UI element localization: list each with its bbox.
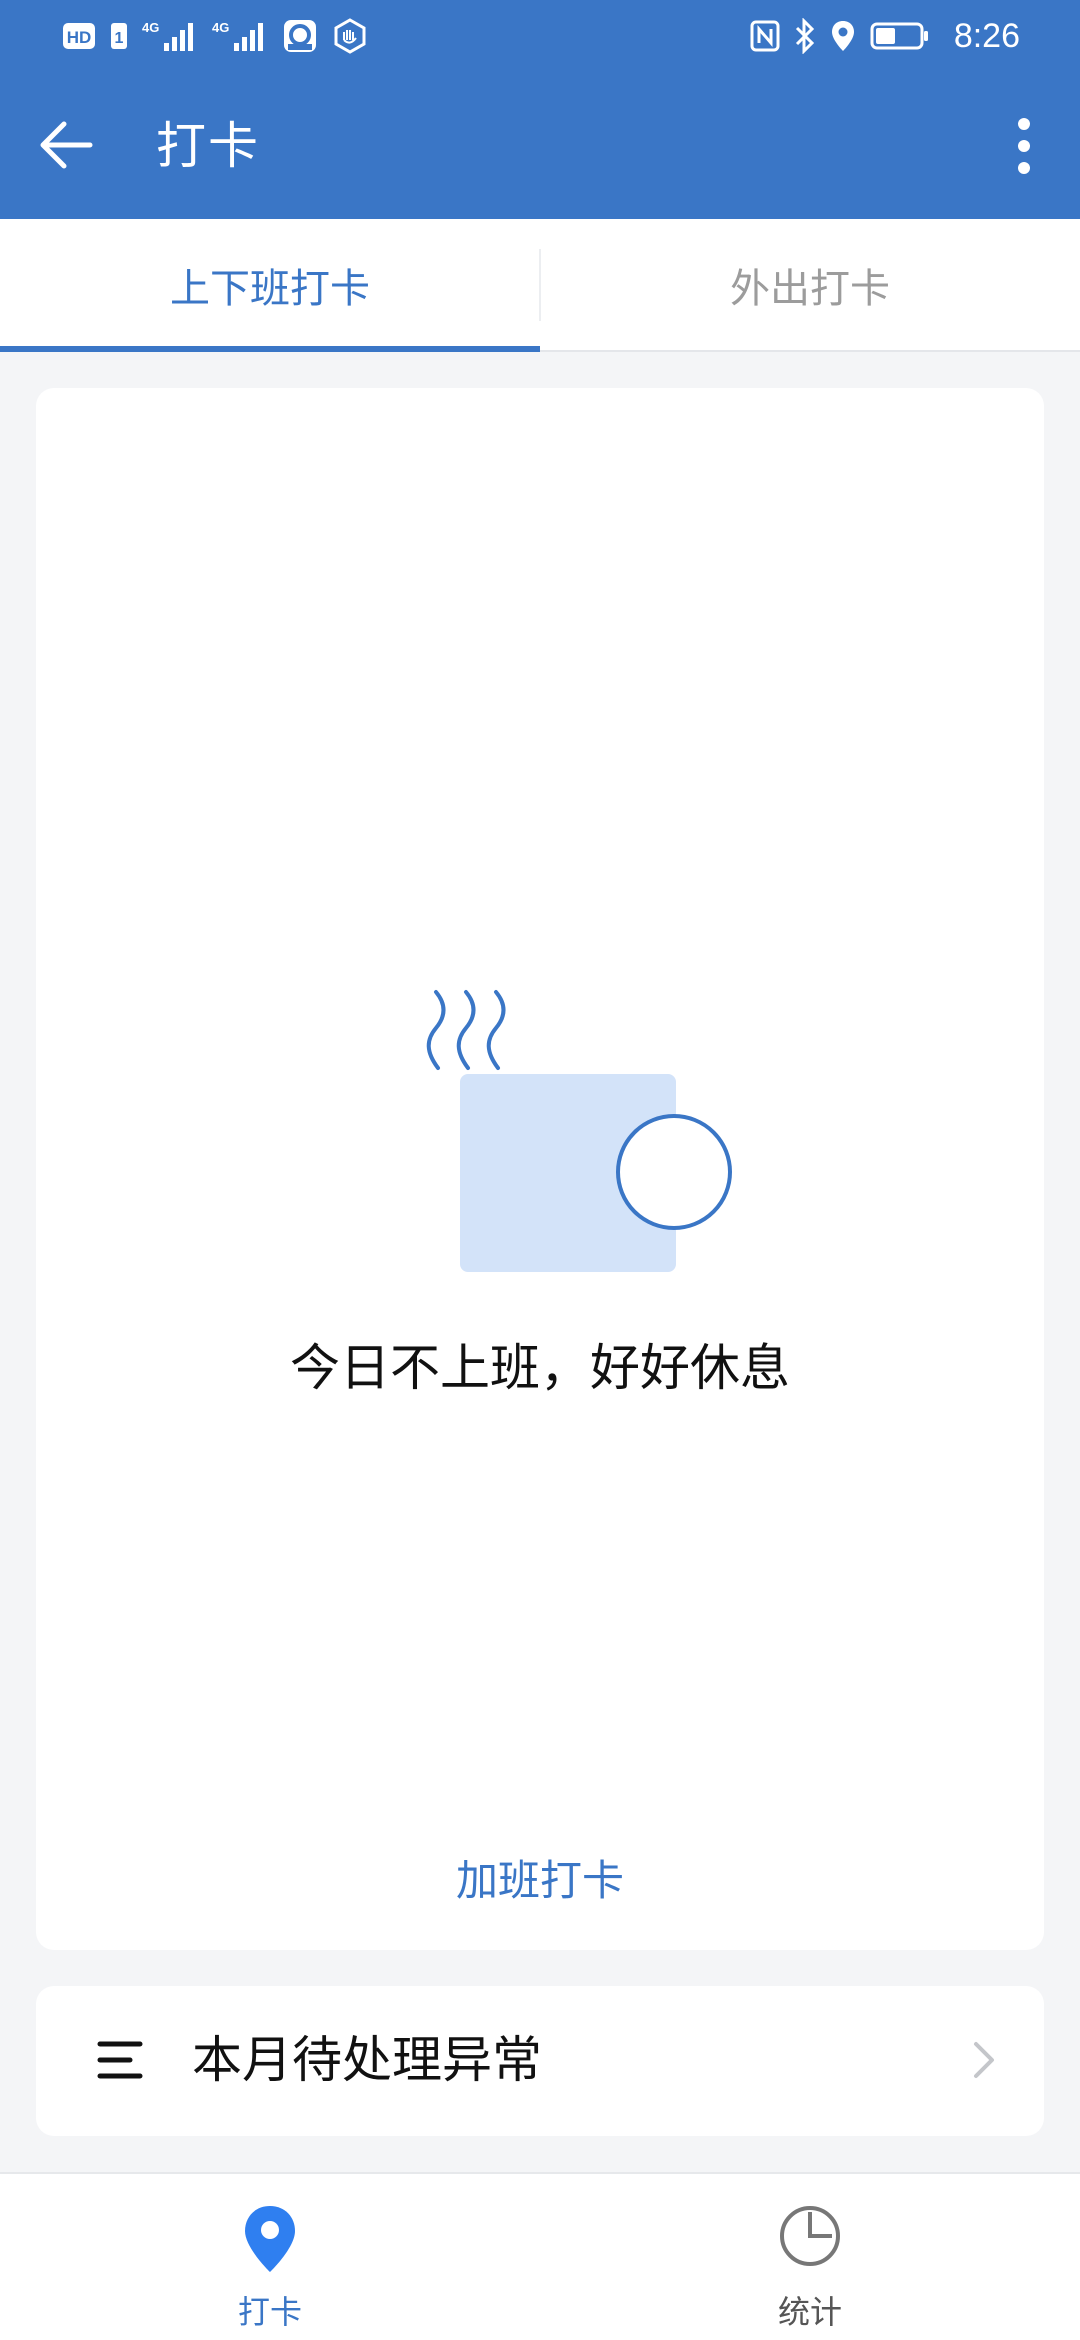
- hd-text: HD: [67, 28, 92, 47]
- pending-exceptions-label: 本月待处理异常: [192, 2031, 542, 2089]
- nav-statistics[interactable]: 统计: [540, 2174, 1080, 2340]
- tab-label: 外出打卡: [730, 265, 890, 312]
- location-icon: [830, 19, 856, 53]
- tab-field-checkin[interactable]: 外出打卡: [540, 219, 1080, 350]
- nav-checkin-label: 打卡: [237, 2293, 302, 2331]
- app-notification-icon: [332, 18, 368, 54]
- app-bar: 打卡: [0, 72, 1080, 219]
- more-options-button[interactable]: [994, 108, 1054, 184]
- tab-bar: 上下班打卡 外出打卡: [0, 219, 1080, 352]
- sim-1-icon: 1: [110, 21, 128, 51]
- bottom-nav: 打卡 统计: [0, 2172, 1080, 2340]
- tab-active-indicator: [0, 346, 540, 352]
- sim-text: 1: [115, 30, 124, 47]
- nav-statistics-label: 统计: [777, 2293, 842, 2331]
- app-notification-icon: [282, 18, 318, 54]
- tab-commute-checkin[interactable]: 上下班打卡: [0, 219, 540, 352]
- checkin-card: 今日不上班，好好休息 加班打卡: [36, 388, 1044, 1950]
- rest-day-message: 今日不上班，好好休息: [290, 1339, 790, 1397]
- tab-label: 上下班打卡: [170, 265, 370, 312]
- net-text-1: 4G: [142, 20, 159, 35]
- status-bar-right: 8:26: [750, 17, 1020, 56]
- more-vertical-icon: [1018, 118, 1030, 174]
- coffee-cup-icon: [426, 990, 732, 1272]
- overtime-checkin-button[interactable]: 加班打卡: [36, 1854, 1044, 1908]
- nav-checkin[interactable]: 打卡: [0, 2174, 540, 2340]
- pie-chart-icon: [780, 2206, 840, 2266]
- bluetooth-icon: [794, 18, 816, 54]
- pending-exceptions-row[interactable]: 本月待处理异常: [36, 1986, 1044, 2136]
- list-icon: [97, 2041, 143, 2079]
- hd-icon: HD: [62, 21, 96, 51]
- signal-4g-icon: 4G: [142, 19, 198, 53]
- top-bar: HD 1 4G 4G 8:26 打卡: [0, 0, 1080, 219]
- status-time: 8:26: [953, 16, 1020, 55]
- net-text-2: 4G: [212, 20, 229, 35]
- nfc-icon: [750, 19, 780, 53]
- arrow-left-icon: [40, 121, 93, 169]
- status-bar: HD 1 4G 4G 8:26: [0, 0, 1080, 72]
- signal-4g-icon: 4G: [212, 19, 268, 53]
- back-button[interactable]: [28, 112, 104, 178]
- location-pin-icon: [245, 2206, 295, 2272]
- page-title: 打卡: [156, 117, 260, 175]
- status-bar-left: HD 1 4G 4G: [62, 18, 368, 54]
- battery-icon: [870, 21, 930, 51]
- chevron-right-icon: [974, 2042, 994, 2078]
